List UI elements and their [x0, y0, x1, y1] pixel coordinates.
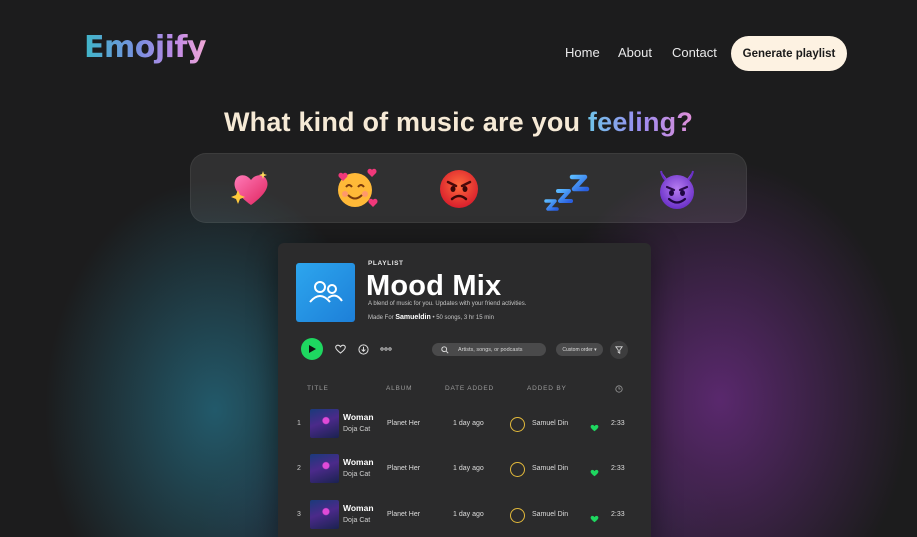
playlist-description: A blend of music for you. Updates with y… — [368, 301, 527, 307]
track-artist[interactable]: Doja Cat — [343, 471, 370, 478]
track-album[interactable]: Planet Her — [387, 511, 420, 518]
column-header-added-by[interactable]: ADDED BY — [527, 385, 567, 392]
page-headline: What kind of music are you feeling? — [0, 107, 917, 138]
track-date-added: 1 day ago — [453, 511, 484, 518]
heart-outline-icon[interactable] — [334, 343, 346, 355]
avatar — [510, 417, 525, 432]
play-button[interactable] — [301, 338, 323, 360]
track-artist[interactable]: Doja Cat — [343, 517, 370, 524]
made-for-user[interactable]: Samueldin — [395, 314, 430, 321]
generate-playlist-button[interactable]: Generate playlist — [731, 36, 847, 71]
sparkling-heart-icon[interactable] — [227, 165, 275, 213]
zzz-sleep-icon[interactable] — [542, 165, 590, 213]
track-title[interactable]: Woman — [343, 412, 374, 422]
track-duration: 2:33 — [611, 420, 625, 427]
smiling-face-with-hearts-icon[interactable] — [331, 165, 379, 213]
track-duration: 2:33 — [611, 511, 625, 518]
track-title[interactable]: Woman — [343, 457, 374, 467]
avatar — [510, 508, 525, 523]
friends-icon — [309, 281, 343, 303]
nav-contact-link[interactable]: Contact — [672, 45, 717, 60]
track-row[interactable]: 3 Woman Doja Cat Planet Her 1 day ago Sa… — [278, 497, 651, 533]
playlist-kicker: PLAYLIST — [368, 260, 404, 267]
liked-heart-icon[interactable] — [590, 419, 599, 437]
search-icon — [441, 345, 449, 354]
playlist-cover — [296, 263, 355, 322]
search-placeholder: Artists, songs, or podcasts — [458, 346, 523, 353]
column-header-album[interactable]: ALBUM — [386, 385, 412, 392]
track-added-by[interactable]: Samuel Din — [532, 420, 568, 427]
playlist-meta: Made For Samueldin • 50 songs, 3 hr 15 m… — [368, 314, 494, 321]
album-art — [310, 500, 339, 529]
download-icon[interactable] — [357, 343, 369, 355]
logo[interactable]: Emojify — [84, 30, 207, 65]
liked-heart-icon[interactable] — [590, 510, 599, 528]
filter-icon — [615, 346, 623, 354]
liked-heart-icon[interactable] — [590, 464, 599, 482]
headline-main: What kind of music are you — [223, 107, 588, 137]
track-added-by[interactable]: Samuel Din — [532, 511, 568, 518]
made-for-label: Made For — [368, 315, 394, 321]
album-art — [310, 454, 339, 483]
track-album[interactable]: Planet Her — [387, 420, 420, 427]
clock-icon — [614, 384, 623, 393]
track-number: 2 — [297, 465, 301, 472]
column-header-title[interactable]: TITLE — [307, 385, 329, 392]
track-number: 3 — [297, 511, 301, 518]
track-artist[interactable]: Doja Cat — [343, 426, 370, 433]
avatar — [510, 462, 525, 477]
nav-home-link[interactable]: Home — [565, 45, 600, 60]
track-duration: 2:33 — [611, 465, 625, 472]
mood-selector — [190, 153, 747, 223]
playlist-stats: • 50 songs, 3 hr 15 min — [432, 315, 494, 321]
playlist-preview-card: PLAYLIST Mood Mix A blend of music for y… — [278, 243, 651, 537]
track-row[interactable]: 2 Woman Doja Cat Planet Her 1 day ago Sa… — [278, 451, 651, 487]
smiling-devil-icon[interactable] — [653, 165, 701, 213]
track-row[interactable]: 1 Woman Doja Cat Planet Her 1 day ago Sa… — [278, 406, 651, 442]
track-date-added: 1 day ago — [453, 465, 484, 472]
playlist-title: Mood Mix — [366, 270, 502, 302]
track-title[interactable]: Woman — [343, 503, 374, 513]
track-number: 1 — [297, 420, 301, 427]
track-added-by[interactable]: Samuel Din — [532, 465, 568, 472]
play-icon — [309, 345, 316, 353]
headline-accent: feeling? — [587, 107, 694, 137]
column-header-date-added[interactable]: DATE ADDED — [445, 385, 494, 392]
playlist-search-input[interactable]: Artists, songs, or podcasts — [432, 343, 546, 356]
track-date-added: 1 day ago — [453, 420, 484, 427]
more-options-icon[interactable] — [379, 343, 393, 355]
filter-button[interactable] — [610, 341, 628, 359]
album-art — [310, 409, 339, 438]
track-album[interactable]: Planet Her — [387, 465, 420, 472]
sort-dropdown[interactable]: Custom order ▾ — [556, 343, 603, 356]
nav-about-link[interactable]: About — [618, 45, 652, 60]
angry-face-icon[interactable] — [435, 165, 483, 213]
